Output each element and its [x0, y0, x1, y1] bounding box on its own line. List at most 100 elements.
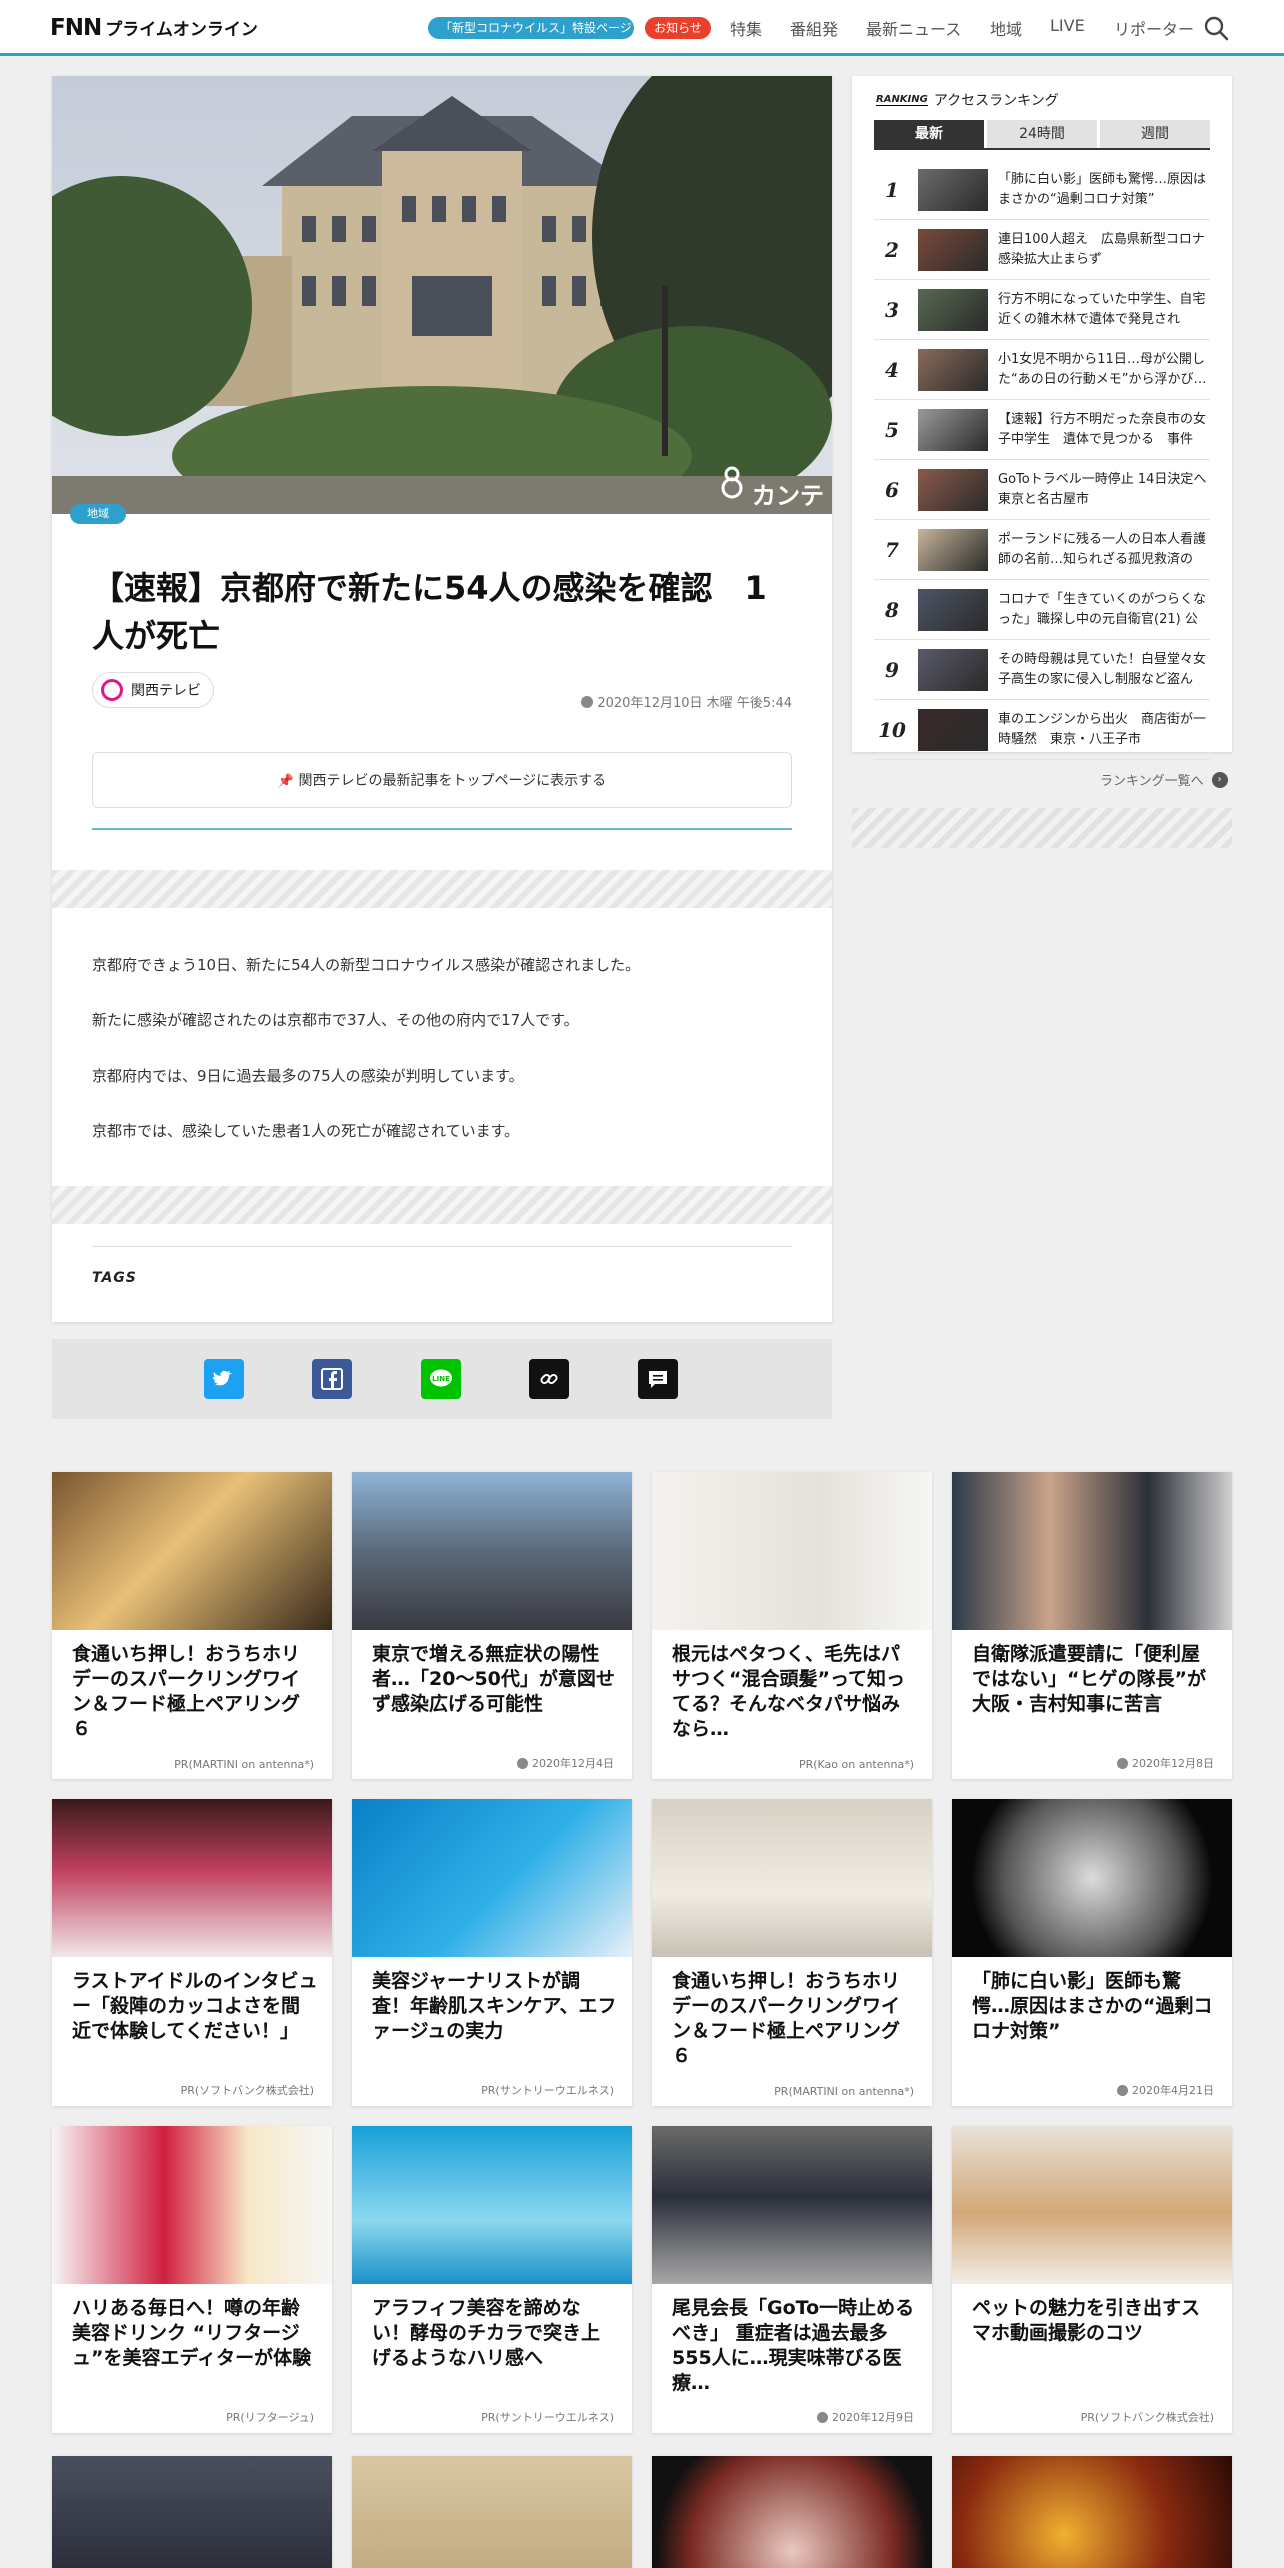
clock-icon: [817, 2411, 828, 2423]
news-meta: PR(Kao on antenna*): [798, 1758, 914, 1771]
twitter-share-button[interactable]: [204, 1359, 244, 1399]
covid-special-link[interactable]: 「新型コロナウイルス」特設ページ: [428, 17, 634, 39]
tab-weekly[interactable]: 週間: [1100, 120, 1210, 148]
kantele-logo-icon: [101, 679, 123, 701]
ranking-item[interactable]: 9 その時母親は見ていた！白昼堂々女子高生の家に侵入し制服など盗んだ…: [874, 640, 1210, 700]
ranking-title: 車のエンジンから出火 商店街が一時騒然 東京・八王子市: [998, 712, 1207, 747]
pin-to-top-button[interactable]: 📌 関西テレビの最新記事をトップページに表示する: [92, 752, 792, 808]
news-card[interactable]: 尾見会長「GoTo一時止めるべき」 重症者は過去最多555人に…現実味帯びる医療…: [652, 2126, 932, 2433]
line-share-button[interactable]: LINE: [421, 1359, 461, 1399]
news-card[interactable]: [352, 2456, 632, 2568]
news-card[interactable]: 美容ジャーナリストが調査！年齢肌スキンケア、エファージュの実力 PR(サントリーウ…: [352, 1799, 632, 2106]
ranking-number: 8: [885, 598, 899, 622]
ranking-thumbnail: [918, 229, 988, 271]
clock-icon: [1117, 1757, 1128, 1769]
ranking-number: 6: [885, 478, 899, 502]
tab-latest[interactable]: 最新: [874, 120, 984, 148]
ranking-thumbnail: [918, 409, 988, 451]
divider: [92, 828, 792, 830]
news-card[interactable]: 食通いち押し！おうちホリデーのスパークリングワイン＆フード極上ペアリング６ PR(…: [652, 1799, 932, 2106]
news-card[interactable]: ハリある毎日へ！噂の年齢美容ドリンク “リフタージュ”を美容エディターが体験 PR…: [52, 2126, 332, 2433]
article-paragraph: 京都府内では、9日に過去最多の75人の感染が判明しています。: [92, 1067, 524, 1085]
ranking-number: 1: [885, 178, 899, 202]
site-logo[interactable]: FNN プライムオンライン: [50, 15, 258, 41]
source-badge[interactable]: 関西テレビ: [92, 672, 214, 708]
article-date: 2020年12月10日 木曜 午後5:44: [581, 692, 792, 711]
divider: [92, 1246, 792, 1247]
nav-reporter[interactable]: リポーター: [1114, 16, 1194, 40]
news-card[interactable]: 「肺に白い影」医師も驚愕…原因はまさかの“過剰コロナ対策” 2020年4月21日: [952, 1799, 1232, 2106]
ranking-more-link[interactable]: ランキング一覧へ ›: [1100, 770, 1228, 789]
ranking-item[interactable]: 6 GoToトラベル一時停止 14日決定へ 東京と名古屋市: [874, 460, 1210, 520]
ranking-item[interactable]: 7 ポーランドに残る一人の日本人看護師の名前…知られざる孤児救済の裏…: [874, 520, 1210, 580]
ranking-item[interactable]: 10 車のエンジンから出火 商店街が一時騒然 東京・八王子市: [874, 700, 1210, 760]
nav-feature[interactable]: 特集: [730, 16, 762, 40]
news-card[interactable]: 根元はペタつく、毛先はパサつく“混合頭髪”って知ってる？そんなベタパサ悩みなら……: [652, 1472, 932, 1779]
comment-button[interactable]: [638, 1359, 678, 1399]
news-thumbnail: [952, 2126, 1232, 2284]
tab-24h[interactable]: 24時間: [987, 120, 1097, 148]
category-badge[interactable]: 地域: [70, 504, 126, 524]
news-thumbnail: [352, 2456, 632, 2568]
news-card[interactable]: [52, 2456, 332, 2568]
ranking-item[interactable]: 3 行方不明になっていた中学生、自宅近くの雑木林で遺体で発見される …: [874, 280, 1210, 340]
news-thumbnail: [952, 1472, 1232, 1630]
facebook-icon: [321, 1368, 343, 1390]
copy-link-button[interactable]: [529, 1359, 569, 1399]
source-name: 関西テレビ: [131, 683, 201, 699]
ranking-title: 行方不明になっていた中学生、自宅近くの雑木林で遺体で発見される …: [998, 292, 1206, 327]
ranking-title: GoToトラベル一時停止 14日決定へ 東京と名古屋市: [998, 472, 1207, 507]
ranking-title: 連日100人超え 広島県新型コロナ感染拡大止まらず: [998, 232, 1205, 267]
news-title: ペットの魅力を引き出すスマホ動画撮影のコツ: [972, 2297, 1201, 2344]
clock-icon: [1117, 2084, 1128, 2096]
news-card[interactable]: ラストアイドルのインタビュー「殺陣のカッコよさを間近で体験してください！」 PR(…: [52, 1799, 332, 2106]
nav-latest-news[interactable]: 最新ニュース: [866, 16, 961, 40]
news-title: 美容ジャーナリストが調査！年齢肌スキンケア、エファージュの実力: [372, 1970, 617, 2042]
line-icon: LINE: [430, 1369, 452, 1387]
ranking-item[interactable]: 1 「肺に白い影」医師も驚愕…原因はまさかの“過剰コロナ対策”: [874, 160, 1210, 220]
news-meta: PR(MARTINI on antenna*): [174, 1758, 314, 1771]
site-header: FNN プライムオンライン 「新型コロナウイルス」特設ページ お知らせ 特集 番組…: [0, 0, 1284, 56]
news-title: ハリある毎日へ！噂の年齢美容ドリンク “リフタージュ”を美容エディターが体験: [72, 2297, 312, 2369]
twitter-icon: [213, 1370, 232, 1386]
ranking-item[interactable]: 8 コロナで「生きていくのがつらくなった」職探し中の元自衛官(21) 公園…: [874, 580, 1210, 640]
notice-link[interactable]: お知らせ: [645, 17, 711, 39]
news-title: 尾見会長「GoTo一時止めるべき」 重症者は過去最多555人に…現実味帯びる医療…: [672, 2297, 915, 2394]
ranking-thumbnail: [918, 469, 988, 511]
ranking-tabs: 最新 24時間 週間: [874, 120, 1210, 150]
ranking-item[interactable]: 2 連日100人超え 広島県新型コロナ感染拡大止まらず: [874, 220, 1210, 280]
news-meta: PR(MARTINI on antenna*): [774, 2085, 914, 2098]
news-card[interactable]: 自衛隊派遣要請に「便利屋ではない」“ヒゲの隊長”が大阪・吉村知事に苦言 2020年…: [952, 1472, 1232, 1779]
news-title: 自衛隊派遣要請に「便利屋ではない」“ヒゲの隊長”が大阪・吉村知事に苦言: [972, 1643, 1206, 1715]
ranking-title: コロナで「生きていくのがつらくなった」職探し中の元自衛官(21) 公園…: [998, 592, 1207, 627]
ranking-thumbnail: [918, 589, 988, 631]
news-card[interactable]: アラフィフ美容を諦めない！酵母のチカラで突き上げるようなハリ感へ PR(サントリー…: [352, 2126, 632, 2433]
news-thumbnail: [352, 1799, 632, 1957]
ranking-thumbnail: [918, 529, 988, 571]
facebook-share-button[interactable]: [312, 1359, 352, 1399]
news-thumbnail: [652, 2126, 932, 2284]
ranking-title: 「肺に白い影」医師も驚愕…原因はまさかの“過剰コロナ対策”: [998, 172, 1207, 207]
search-icon[interactable]: [1202, 14, 1230, 42]
news-card[interactable]: [952, 2456, 1232, 2568]
ranking-number: 3: [885, 298, 899, 322]
news-card[interactable]: 食通いち押し！おうちホリデーのスパークリングワイン＆フード極上ペアリング６ PR(…: [52, 1472, 332, 1779]
nav-program[interactable]: 番組発: [790, 16, 838, 40]
ranking-title: 【速報】行方不明だった奈良市の女子中学生 遺体で見つかる 事件性…: [998, 412, 1207, 447]
nav-live[interactable]: LIVE: [1050, 16, 1085, 35]
news-card[interactable]: 東京で増える無症状の陽性者…「20～50代」が意図せず感染広げる可能性 2020年…: [352, 1472, 632, 1779]
news-title: アラフィフ美容を諦めない！酵母のチカラで突き上げるようなハリ感へ: [372, 2297, 601, 2369]
ranking-number: 5: [885, 418, 899, 442]
sidebar-ad-placeholder: [852, 808, 1232, 848]
pin-icon: 📌: [277, 774, 294, 789]
news-card[interactable]: [652, 2456, 932, 2568]
news-thumbnail: [52, 1799, 332, 1957]
ranking-item[interactable]: 5 【速報】行方不明だった奈良市の女子中学生 遺体で見つかる 事件性…: [874, 400, 1210, 460]
ranking-item[interactable]: 4 小1女児不明から11日…母が公開した“あの日の行動メモ”から浮かび…: [874, 340, 1210, 400]
ad-placeholder-bottom: [52, 1186, 832, 1224]
nav-region[interactable]: 地域: [990, 16, 1022, 40]
article-card: カンテレ 地域 【速報】京都府で新たに54人の感染を確認 1人が死亡 関西テレビ…: [52, 76, 832, 1322]
news-card[interactable]: ペットの魅力を引き出すスマホ動画撮影のコツ PR(ソフトバンク株式会社): [952, 2126, 1232, 2433]
ranking-number: 4: [885, 358, 899, 382]
news-thumbnail: [352, 1472, 632, 1630]
